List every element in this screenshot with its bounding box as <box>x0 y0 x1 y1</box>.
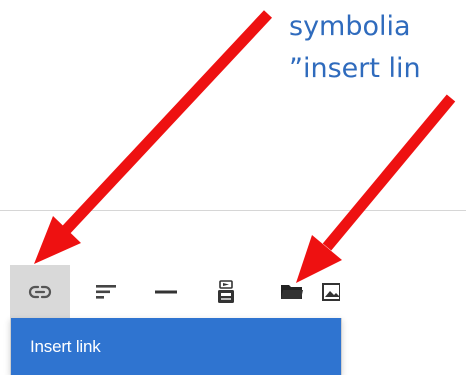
arrow-to-insert-link <box>296 94 456 283</box>
insert-link-button[interactable] <box>10 265 70 318</box>
arrow-to-link-button <box>34 10 273 264</box>
align-button[interactable] <box>76 265 136 318</box>
caption-line-2: ”insert lin <box>289 53 421 84</box>
link-dropdown-menu: Insert link <box>10 318 342 375</box>
image-icon <box>322 282 340 301</box>
caption-line-1: symbolia <box>289 11 411 42</box>
insert-video-button[interactable] <box>196 265 256 318</box>
align-left-icon <box>96 284 116 299</box>
open-folder-button[interactable] <box>262 265 322 318</box>
link-icon <box>28 285 52 298</box>
insert-link-menu-item[interactable]: Insert link <box>11 318 341 375</box>
toolbar-divider <box>0 210 466 211</box>
horizontal-rule-button[interactable] <box>136 265 196 318</box>
annotation-caption: symbolia ”insert lin <box>289 6 466 90</box>
editor-toolbar <box>10 265 340 318</box>
folder-icon <box>281 284 303 299</box>
insert-image-button[interactable] <box>322 265 340 318</box>
horizontal-rule-icon <box>155 290 177 293</box>
video-icon <box>218 279 234 303</box>
